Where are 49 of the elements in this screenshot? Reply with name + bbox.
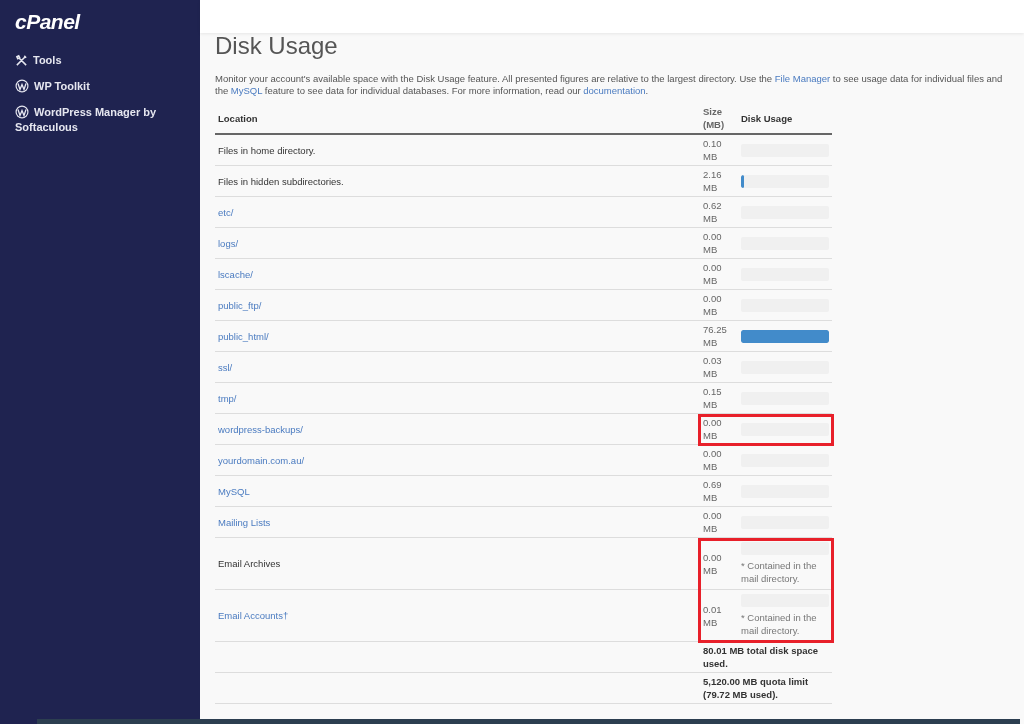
location-text: Email Archives	[218, 558, 281, 569]
column-header: Disk Usage	[738, 103, 832, 134]
location-link[interactable]: MySQL	[218, 485, 250, 497]
size-cell: 76.25 MB	[700, 320, 738, 352]
location-link[interactable]: Mailing Lists	[218, 516, 271, 528]
size-cell: 0.01 MB	[700, 589, 738, 642]
size-cell: 0.00 MB	[700, 289, 738, 321]
size-cell: 0.00 MB	[700, 537, 738, 590]
column-header: Location	[215, 103, 700, 134]
sidebar-item[interactable]: Tools	[15, 53, 185, 69]
location-text: Files in hidden subdirectories.	[218, 175, 344, 187]
intro-text: Monitor your account's available space with the Disk Usage feature. All presented figures are relative to the largest directory. Use the File Manager to see usage data for individual files and the MySQL feature to see data for individual databases. For more information, read our documentation.	[214, 73, 1004, 97]
location-link[interactable]: ssl/	[218, 361, 233, 373]
location-link[interactable]: public_html/	[218, 330, 269, 342]
size-cell: 2.16 MB	[700, 165, 738, 197]
total-text: 5,120.00 MB quota limit (79.72 MB used).	[700, 672, 832, 704]
size-cell: 0.10 MB	[700, 134, 738, 166]
location-link[interactable]: lscache/	[218, 268, 253, 280]
usage-note: * Contained in the mail directory.	[741, 559, 818, 585]
size-cell: 0.69 MB	[700, 475, 738, 507]
sidebar-item[interactable]: WP Toolkit	[15, 79, 185, 95]
tools-icon	[15, 54, 28, 68]
location-link[interactable]: logs/	[218, 237, 239, 249]
size-cell: 0.00 MB	[700, 444, 738, 476]
sidebar-item[interactable]: WordPress Manager by Softaculous	[15, 105, 185, 136]
text-link[interactable]: File Manager	[774, 73, 831, 84]
wordpress-icon	[15, 105, 29, 120]
location-link[interactable]: Email Accounts†	[218, 610, 289, 621]
page-title: Disk Usage	[214, 33, 339, 59]
column-header: Size (MB)	[700, 103, 738, 134]
location-link[interactable]: public_ftp/	[218, 299, 262, 311]
size-cell: 0.15 MB	[700, 382, 738, 414]
wordpress-icon	[15, 79, 29, 94]
location-link[interactable]: yourdomain.com.au/	[218, 454, 305, 466]
location-text: Files in home directory.	[218, 144, 316, 156]
size-cell: 0.00 MB	[700, 258, 738, 290]
location-link[interactable]: tmp/	[218, 392, 237, 404]
location-link[interactable]: etc/	[218, 206, 234, 218]
logo: cPanel	[15, 10, 82, 34]
size-cell: 0.00 MB	[700, 413, 738, 445]
size-cell: 0.00 MB	[700, 506, 738, 538]
size-cell: 0.03 MB	[700, 351, 738, 383]
location-link[interactable]: wordpress-backups/	[218, 423, 303, 435]
text-link[interactable]: MySQL	[230, 85, 263, 96]
size-cell: 0.00 MB	[700, 227, 738, 259]
size-cell: 0.62 MB	[700, 196, 738, 228]
usage-note: * Contained in the mail directory.	[741, 611, 818, 637]
total-text: 80.01 MB total disk space used.	[700, 641, 832, 673]
text-link[interactable]: documentation	[583, 85, 646, 96]
